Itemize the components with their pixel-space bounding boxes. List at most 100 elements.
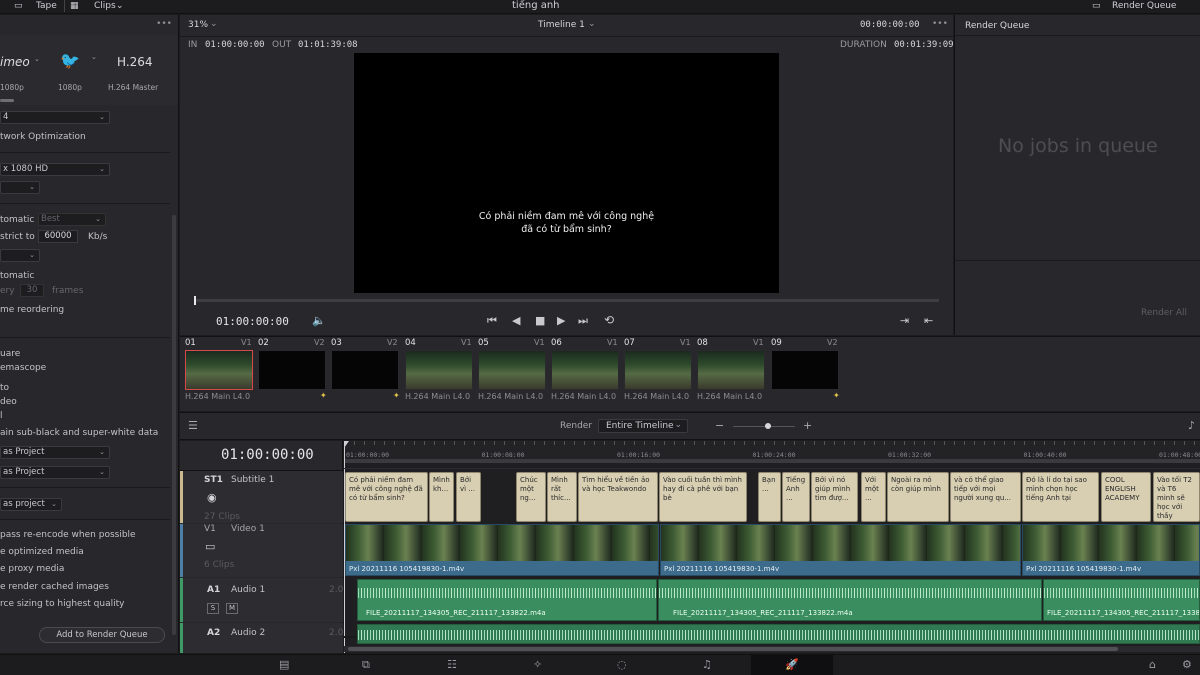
zoom-level[interactable]: 31% (188, 20, 208, 30)
play-icon[interactable]: ▶ (557, 314, 565, 327)
tape-button[interactable]: Tape (36, 0, 57, 14)
add-to-render-queue-button[interactable]: Add to Render Queue (39, 627, 165, 643)
deliver-page-tab[interactable]: 🚀 (751, 655, 833, 675)
clips-button[interactable]: Clips (94, 0, 116, 14)
frame-rate-select[interactable]: ⌄ (0, 181, 40, 194)
subtitle-clip[interactable]: Bởi vì nó giúp mình tìm đượ... (811, 472, 858, 522)
resolution-select[interactable]: x 1080 HD ⌄ (0, 163, 110, 176)
fusion-page-icon[interactable]: ✧ (533, 658, 542, 671)
solo-button[interactable]: S (207, 603, 219, 614)
gear-icon[interactable]: ⚙ (1182, 658, 1192, 671)
use-render-cached-checkbox[interactable]: e render cached images (0, 582, 109, 592)
keyframes-every-input[interactable]: 30 (20, 284, 44, 297)
gamma-select[interactable]: as Project ⌄ (0, 466, 110, 479)
clip-thumbnail[interactable] (258, 350, 326, 390)
jump-start-icon[interactable]: ⏮ (487, 314, 497, 328)
audio-clip[interactable]: FILE_20211117_134305_REC_211117_133822.m… (658, 579, 1042, 621)
render-queue-toggle[interactable]: Render Queue (1112, 0, 1176, 14)
keyframes-automatic-radio[interactable]: tomatic (0, 271, 34, 281)
use-proxy-media-checkbox[interactable]: e proxy media (0, 564, 64, 574)
video-clip[interactable]: Pxl 20211116 105419830-1.m4v (1022, 524, 1200, 576)
subtitle-clip[interactable]: Vào cuối tuần thì mình hay đi cà phê với… (659, 472, 747, 522)
render-all-button[interactable]: Render All (1141, 308, 1187, 318)
track-header-st1[interactable]: ST1 Subtitle 1 ◉ 27 Clips (180, 471, 343, 523)
more-options-icon[interactable]: ••• (156, 19, 172, 29)
audio-clip[interactable]: FILE_20211117_134305_REC_211117_133822.m… (357, 579, 657, 621)
zoom-slider[interactable] (733, 426, 795, 427)
video-clip[interactable]: Pxl 20211116 105419830-1.m4v (345, 524, 659, 576)
audio-icon[interactable]: ♪ (1188, 419, 1195, 432)
subtitle-clip[interactable]: Bạn ... (758, 472, 781, 522)
clip-thumbnail[interactable] (405, 350, 473, 390)
timeline-view-icon[interactable]: ☰ (188, 419, 198, 432)
subtitle-clip[interactable]: và có thể giao tiếp với mọi người xung q… (950, 472, 1021, 522)
scroll-thumb[interactable] (348, 647, 1118, 651)
video-preview[interactable]: Có phải niềm đam mê với công nghệ đã có … (354, 53, 779, 293)
color-space-select[interactable]: as Project ⌄ (0, 446, 110, 459)
subtitle-clip[interactable]: Tiếng Anh ... (782, 472, 810, 522)
pixel-aspect-cinemascope-radio[interactable]: emascope (0, 363, 46, 373)
scrub-playhead[interactable] (194, 296, 196, 305)
preset-vimeo[interactable]: imeo (0, 55, 30, 69)
cut-page-icon[interactable]: ⧉ (362, 658, 370, 672)
clip-thumbnail[interactable] (185, 350, 253, 390)
bitrate-input[interactable]: 60000 (38, 230, 78, 243)
tape-icon[interactable]: ▭ (14, 0, 23, 14)
audio-clip-a2[interactable] (357, 624, 1200, 644)
restrict-to-radio[interactable]: strict to (0, 232, 35, 242)
data-levels-video-radio[interactable]: deo (0, 397, 17, 407)
subtitle-clip[interactable]: Mình rất thíc... (547, 472, 577, 522)
pixel-aspect-square-radio[interactable]: uare (0, 349, 20, 359)
subtitle-clip[interactable]: COOL ENGLISH ACADEMY (1101, 472, 1151, 522)
encoding-profile-select[interactable]: ⌄ (0, 249, 40, 262)
preset-scrollbar[interactable] (0, 99, 14, 102)
retain-sub-black-checkbox[interactable]: ain sub-black and super-white data (0, 428, 158, 438)
zoom-slider-handle[interactable] (765, 423, 771, 429)
chevron-down-icon[interactable]: ⌄ (34, 55, 40, 63)
clip-thumbnail[interactable] (551, 350, 619, 390)
video-clip[interactable]: Pxl 20211116 105419830-1.m4v (660, 524, 1021, 576)
subtitle-clip[interactable]: Ngoài ra nó còn giúp mình (887, 472, 949, 522)
media-page-icon[interactable]: ▤ (279, 658, 289, 671)
format-select[interactable]: 4 ⌄ (0, 111, 110, 124)
chevron-down-icon[interactable]: ⌄ (91, 53, 97, 61)
force-sizing-checkbox[interactable]: rce sizing to highest quality (0, 599, 124, 609)
zoom-in-icon[interactable]: + (803, 419, 812, 432)
quality-automatic-radio[interactable]: tomatic (0, 215, 34, 225)
clip-thumbnail[interactable] (331, 350, 399, 390)
chevron-down-icon[interactable]: ⌄ (588, 19, 596, 29)
keyframes-every-radio[interactable]: ery (0, 286, 15, 296)
subtitle-clip[interactable]: Chúc một ng... (516, 472, 546, 522)
clip-thumbnail[interactable] (771, 350, 839, 390)
render-range-select[interactable]: Entire Timeline ⌄ (598, 419, 688, 433)
audio-select[interactable]: as project ⌄ (0, 498, 62, 511)
subtitle-clip[interactable]: Mình kh... (429, 472, 454, 522)
subtitle-clip[interactable]: Tìm hiểu về tiền ảo và học Teakwondo (578, 472, 658, 522)
clip-thumbnail[interactable] (697, 350, 765, 390)
zoom-out-icon[interactable]: − (715, 419, 724, 432)
play-reverse-icon[interactable]: ◀ (512, 314, 520, 327)
subtitle-clip[interactable]: Với một ... (861, 472, 886, 522)
timeline-name[interactable]: Timeline 1 (538, 20, 585, 30)
color-page-icon[interactable]: ◌ (617, 658, 627, 671)
network-optimization-checkbox[interactable]: twork Optimization (0, 132, 86, 142)
frame-reordering-checkbox[interactable]: me reordering (0, 305, 64, 315)
data-levels-auto-radio[interactable]: to (0, 383, 9, 393)
track-header-a2[interactable]: A2 Audio 2 2.0 (180, 623, 343, 653)
chevron-down-icon[interactable]: ⌄ (116, 0, 124, 14)
use-optimized-media-checkbox[interactable]: e optimized media (0, 547, 84, 557)
render-queue-icon[interactable]: ▭ (1092, 0, 1101, 14)
subtitle-clip[interactable]: Có phải niềm đam mê với công nghệ đã có … (345, 472, 428, 522)
data-levels-full-radio[interactable]: l (0, 411, 3, 421)
audio-clip[interactable]: FILE_20211117_134305_REC_211117_1338... (1043, 579, 1200, 621)
twitter-icon[interactable]: 🐦 (60, 51, 80, 70)
quality-best-select[interactable]: Best ⌄ (38, 213, 106, 226)
loop-icon[interactable]: ⟲ (604, 313, 614, 327)
track-header-v1[interactable]: V1 Video 1 ▭ 6 Clips (180, 524, 343, 577)
panel-scrollbar[interactable] (172, 215, 176, 635)
fairlight-page-icon[interactable]: ♫ (702, 658, 712, 671)
clips-icon[interactable]: ▦ (70, 0, 79, 14)
stop-icon[interactable]: ■ (535, 314, 545, 327)
clip-thumbnail[interactable] (624, 350, 692, 390)
home-icon[interactable]: ⌂ (1149, 658, 1156, 671)
